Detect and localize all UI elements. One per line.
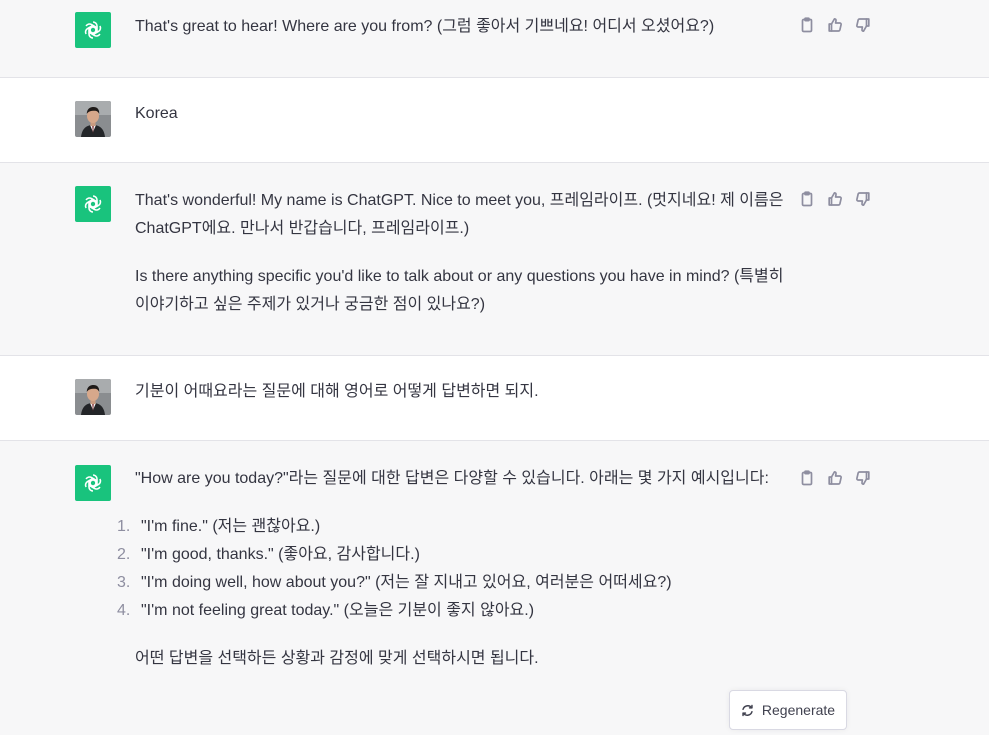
user-message: Korea	[0, 78, 989, 163]
openai-logo-icon	[84, 21, 102, 39]
message-text: Korea	[135, 100, 785, 128]
thumbs-up-icon[interactable]	[827, 191, 843, 207]
regenerate-label: Regenerate	[761, 702, 836, 718]
message-actions	[799, 470, 871, 486]
message-paragraph: Is there anything specific you'd like to…	[135, 268, 784, 313]
message-intro: "How are you today?"라는 질문에 대한 답변은 다양할 수 …	[135, 470, 769, 487]
chatgpt-avatar	[75, 186, 111, 222]
answer-list: 1. "I'm fine." (저는 괜찮아요.) 2. "I'm good, th…	[117, 513, 785, 625]
list-item-text: "I'm doing well, how about you?" (저는 잘 지…	[141, 574, 672, 591]
refresh-icon	[742, 704, 753, 716]
thumbs-down-icon[interactable]	[855, 191, 871, 207]
openai-logo-icon	[84, 474, 102, 492]
list-item: 4. "I'm not feeling great today." (오늘은 기분…	[117, 597, 785, 625]
chatgpt-avatar	[75, 465, 111, 501]
message-text: That's wonderful! My name is ChatGPT. Ni…	[135, 187, 785, 319]
thumbs-up-icon[interactable]	[827, 17, 843, 33]
list-number: 2.	[117, 546, 131, 563]
assistant-message: That's wonderful! My name is ChatGPT. Ni…	[0, 163, 989, 356]
user-avatar	[75, 379, 111, 415]
message-actions	[799, 17, 871, 33]
message-paragraph: That's great to hear! Where are you from…	[135, 18, 715, 35]
list-item-text: "I'm fine." (저는 괜찮아요.)	[141, 518, 321, 535]
list-item-text: "I'm not feeling great today." (오늘은 기분이 …	[141, 602, 535, 619]
user-avatar	[75, 101, 111, 137]
assistant-message: That's great to hear! Where are you from…	[0, 0, 989, 78]
list-item: 1. "I'm fine." (저는 괜찮아요.)	[117, 513, 785, 541]
list-item: 3. "I'm doing well, how about you?" (저는 잘…	[117, 569, 785, 597]
list-number: 4.	[117, 602, 131, 619]
message-paragraph: Korea	[135, 105, 178, 122]
list-item: 2. "I'm good, thanks." (좋아요, 감사합니다.)	[117, 541, 785, 569]
openai-logo-icon	[84, 195, 102, 213]
message-text: That's great to hear! Where are you from…	[135, 13, 785, 41]
message-text: "How are you today?"라는 질문에 대한 답변은 다양할 수 …	[117, 465, 785, 673]
list-item-text: "I'm good, thanks." (좋아요, 감사합니다.)	[141, 546, 420, 563]
thumbs-down-icon[interactable]	[855, 17, 871, 33]
clipboard-icon[interactable]	[799, 470, 815, 486]
regenerate-button[interactable]: Regenerate	[729, 690, 847, 730]
clipboard-icon[interactable]	[799, 17, 815, 33]
message-actions	[799, 191, 871, 207]
thumbs-down-icon[interactable]	[855, 470, 871, 486]
list-number: 3.	[117, 574, 131, 591]
message-paragraph: That's wonderful! My name is ChatGPT. Ni…	[135, 192, 784, 237]
message-outro: 어떤 답변을 선택하든 상황과 감정에 맞게 선택하시면 됩니다.	[135, 650, 539, 667]
chatgpt-avatar	[75, 12, 111, 48]
thumbs-up-icon[interactable]	[827, 470, 843, 486]
message-text: 기분이 어때요라는 질문에 대해 영어로 어떻게 답변하면 되지.	[135, 378, 785, 406]
clipboard-icon[interactable]	[799, 191, 815, 207]
user-message: 기분이 어때요라는 질문에 대해 영어로 어떻게 답변하면 되지.	[0, 356, 989, 441]
list-number: 1.	[117, 518, 131, 535]
message-paragraph: 기분이 어때요라는 질문에 대해 영어로 어떻게 답변하면 되지.	[135, 383, 539, 400]
